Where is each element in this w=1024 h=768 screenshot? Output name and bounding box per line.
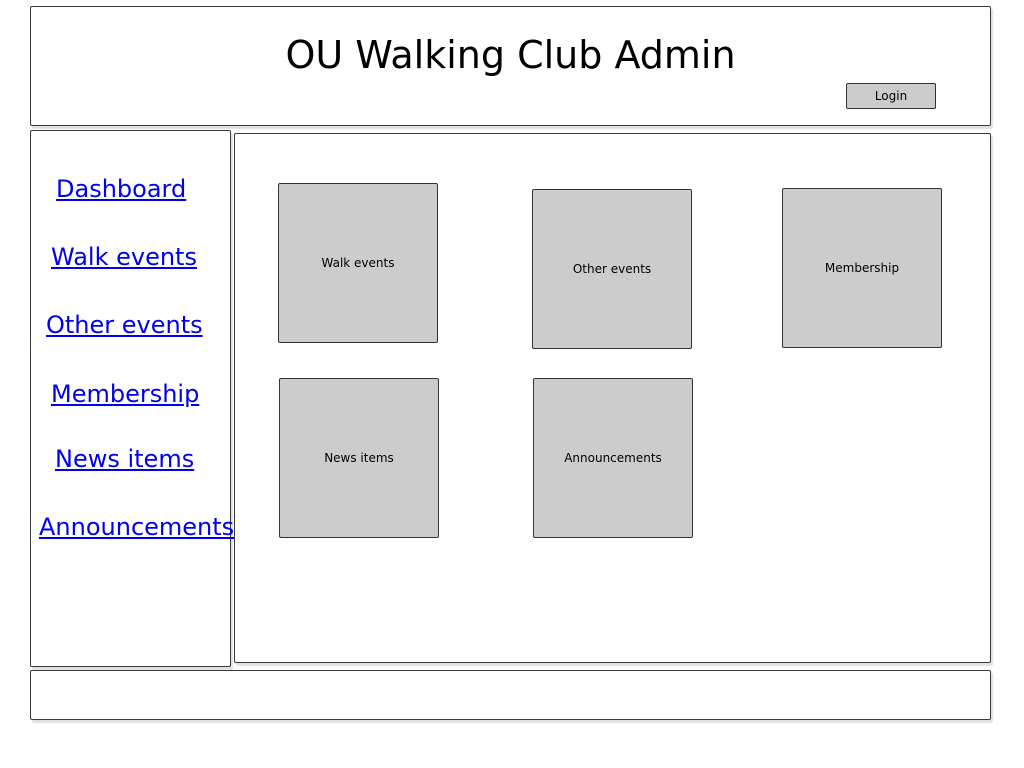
tile-label: Other events [572,262,652,276]
login-button[interactable]: Login [846,83,936,109]
main-content: Walk events Other events Membership News… [234,133,991,663]
tile-other-events[interactable]: Other events [532,189,692,349]
tile-label: Membership [824,261,900,275]
sidebar-item-dashboard[interactable]: Dashboard [56,175,186,204]
tile-announcements[interactable]: Announcements [533,378,693,538]
sidebar: Dashboard Walk events Other events Membe… [30,130,234,667]
footer [30,670,991,720]
tile-news-items[interactable]: News items [279,378,439,538]
tile-label: Walk events [321,256,395,270]
sidebar-item-walk-events[interactable]: Walk events [51,243,197,272]
sidebar-item-membership[interactable]: Membership [51,380,199,409]
tile-label: Announcements [564,451,662,465]
app-title: OU Walking Club Admin [285,33,736,77]
sidebar-item-news-items[interactable]: News items [55,445,194,474]
tile-label: News items [324,451,394,465]
sidebar-item-other-events[interactable]: Other events [46,311,203,340]
page: OU Walking Club Admin Login Dashboard Wa… [0,0,1024,768]
sidebar-item-announcements[interactable]: Announcements [39,513,234,542]
tile-walk-events[interactable]: Walk events [278,183,438,343]
tile-membership[interactable]: Membership [782,188,942,348]
header: OU Walking Club Admin Login [30,6,991,126]
